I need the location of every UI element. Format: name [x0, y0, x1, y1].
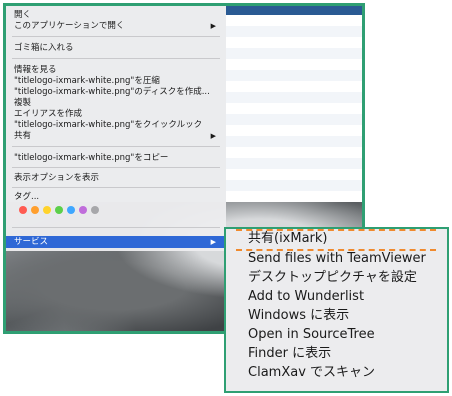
- menu-item-move-to-trash[interactable]: ゴミ箱に入れる: [6, 42, 226, 54]
- submenu-item-add-to-wunderlist[interactable]: Add to Wunderlist: [248, 287, 364, 306]
- chevron-right-icon: ▶: [210, 22, 216, 30]
- submenu-item-show-in-windows[interactable]: Windows に表示: [248, 306, 349, 325]
- tag-color-picker: [19, 206, 103, 216]
- submenu-item-teamviewer[interactable]: Send files with TeamViewer: [248, 249, 426, 268]
- chevron-right-icon: ▶: [210, 238, 216, 246]
- services-submenu: 共有(ixMark) Send files with TeamViewer デス…: [224, 227, 449, 393]
- submenu-item-open-in-sourcetree[interactable]: Open in SourceTree: [248, 325, 375, 344]
- tag-blue-dot[interactable]: [67, 206, 75, 214]
- menu-item-services[interactable]: サービス ▶: [6, 236, 226, 248]
- tag-green-dot[interactable]: [55, 206, 63, 214]
- tag-yellow-dot[interactable]: [43, 206, 51, 214]
- menu-separator: [12, 36, 220, 37]
- menu-separator: [12, 58, 220, 59]
- submenu-item-set-desktop-picture[interactable]: デスクトップピクチャを設定: [248, 268, 417, 287]
- context-menu: 開く このアプリケーションで開く ▶ ゴミ箱に入れる 情報を見る "titlel…: [6, 6, 226, 251]
- menu-separator: [12, 146, 220, 147]
- menu-item-share[interactable]: 共有 ▶: [6, 130, 226, 142]
- menu-item-open-with[interactable]: このアプリケーションで開く ▶: [6, 20, 226, 32]
- menu-separator: [12, 227, 220, 228]
- menu-item-tags[interactable]: タグ...: [6, 191, 226, 203]
- submenu-item-clamxav-scan[interactable]: ClamXav でスキャン: [248, 363, 375, 382]
- tag-red-dot[interactable]: [19, 206, 27, 214]
- tag-orange-dot[interactable]: [31, 206, 39, 214]
- submenu-item-show-in-finder[interactable]: Finder に表示: [248, 344, 331, 363]
- window-title-bar: [226, 6, 362, 15]
- menu-separator: [12, 187, 220, 188]
- chevron-right-icon: ▶: [210, 132, 216, 140]
- tag-gray-dot[interactable]: [91, 206, 99, 214]
- menu-separator: [12, 167, 220, 168]
- tag-purple-dot[interactable]: [79, 206, 87, 214]
- menu-item-copy[interactable]: "titlelogo-ixmark-white.png"をコピー: [6, 152, 226, 164]
- menu-item-show-view-options[interactable]: 表示オプションを表示: [6, 172, 226, 184]
- submenu-item-share-ixmark[interactable]: 共有(ixMark): [248, 229, 328, 248]
- background-finder-window: [226, 6, 362, 202]
